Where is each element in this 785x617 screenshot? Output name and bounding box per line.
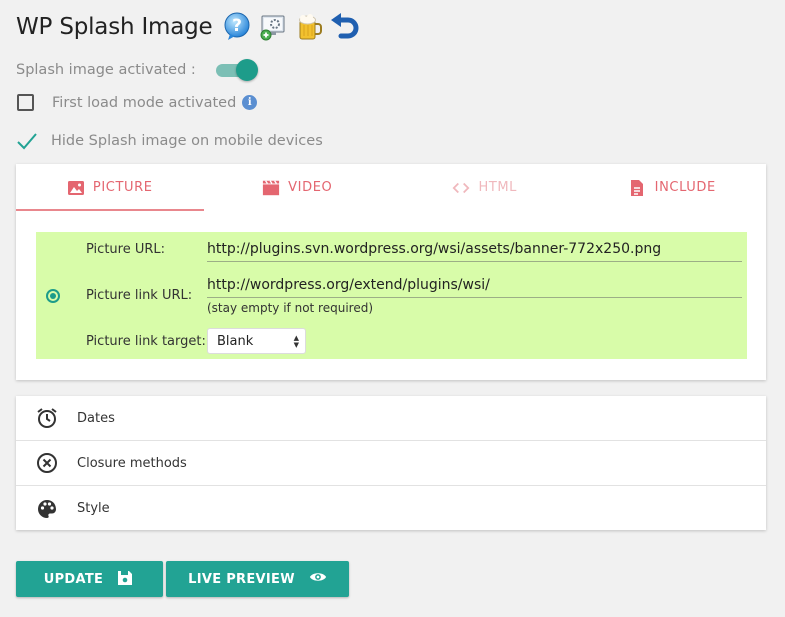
hide-mobile-row: Hide Splash image on mobile devices <box>16 130 323 152</box>
tab-picture[interactable]: Picture <box>16 164 204 211</box>
picture-target-select[interactable]: Blank ▲ ▼ <box>207 328 306 354</box>
hide-mobile-label: Hide Splash image on mobile devices <box>51 133 323 149</box>
update-button-label: Update <box>43 571 104 587</box>
close-circle-icon <box>36 452 58 474</box>
hide-mobile-checkbox[interactable] <box>16 130 38 152</box>
accordion-item-style[interactable]: Style <box>16 486 766 531</box>
picture-target-value: Blank <box>217 333 254 349</box>
accordion-closure-label: Closure methods <box>77 455 187 471</box>
active-tab-indicator <box>16 209 204 211</box>
file-icon <box>629 179 647 197</box>
picture-url-label: Picture URL: <box>86 242 166 257</box>
eye-icon <box>309 570 327 588</box>
tab-include-label: Include <box>654 180 716 195</box>
splash-activated-toggle[interactable] <box>214 59 258 81</box>
update-button[interactable]: Update <box>16 561 163 597</box>
tab-bar: Picture Video HTML Include <box>16 164 766 211</box>
tab-html-label: HTML <box>478 180 518 195</box>
help-icon[interactable]: ? <box>221 11 253 43</box>
splash-activated-row: Splash image activated : <box>16 59 258 81</box>
accordion-dates-label: Dates <box>77 410 115 426</box>
tab-picture-label: Picture <box>92 180 153 195</box>
alarm-clock-icon <box>36 407 58 429</box>
accordion-style-label: Style <box>77 501 110 516</box>
tab-include[interactable]: Include <box>579 164 767 211</box>
settings-icon[interactable] <box>257 11 289 43</box>
tab-video[interactable]: Video <box>204 164 392 211</box>
image-icon <box>67 179 85 197</box>
splash-activated-label: Splash image activated : <box>16 62 196 78</box>
page-title: WP Splash Image <box>16 14 213 40</box>
floppy-disk-icon <box>117 570 135 588</box>
picture-link-hint: (stay empty if not required) <box>207 301 374 315</box>
undo-icon[interactable] <box>329 11 361 43</box>
tab-html[interactable]: HTML <box>391 164 579 211</box>
title-row: WP Splash Image ? <box>16 10 365 44</box>
video-icon <box>262 179 280 197</box>
beer-icon[interactable] <box>293 11 325 43</box>
svg-text:?: ? <box>232 16 242 36</box>
first-load-checkbox[interactable] <box>17 94 34 111</box>
picture-panel: Picture URL: http://plugins.svn.wordpres… <box>36 232 747 359</box>
accordion-item-closure-methods[interactable]: Closure methods <box>16 441 766 486</box>
info-icon[interactable]: i <box>242 95 258 110</box>
accordion-item-dates[interactable]: Dates <box>16 396 766 441</box>
palette-icon <box>36 498 58 520</box>
select-arrows-icon: ▲ ▼ <box>293 334 299 349</box>
first-load-row: First load mode activated i <box>16 94 258 111</box>
first-load-label: First load mode activated <box>52 94 237 111</box>
code-icon <box>452 179 470 197</box>
picture-url-input[interactable]: http://plugins.svn.wordpress.org/wsi/ass… <box>207 241 742 262</box>
live-preview-button-label: Live preview <box>188 571 295 587</box>
picture-link-label: Picture link URL: <box>86 288 193 303</box>
settings-accordion: Dates Closure methods Style <box>16 396 766 530</box>
live-preview-button[interactable]: Live preview <box>166 561 349 597</box>
tab-video-label: Video <box>288 180 333 195</box>
content-tabs-card: Picture Video HTML Include Picture URL: … <box>16 164 766 380</box>
picture-radio[interactable] <box>46 289 60 303</box>
picture-link-input[interactable]: http://wordpress.org/extend/plugins/wsi/ <box>207 277 742 298</box>
picture-target-label: Picture link target: <box>86 334 206 349</box>
